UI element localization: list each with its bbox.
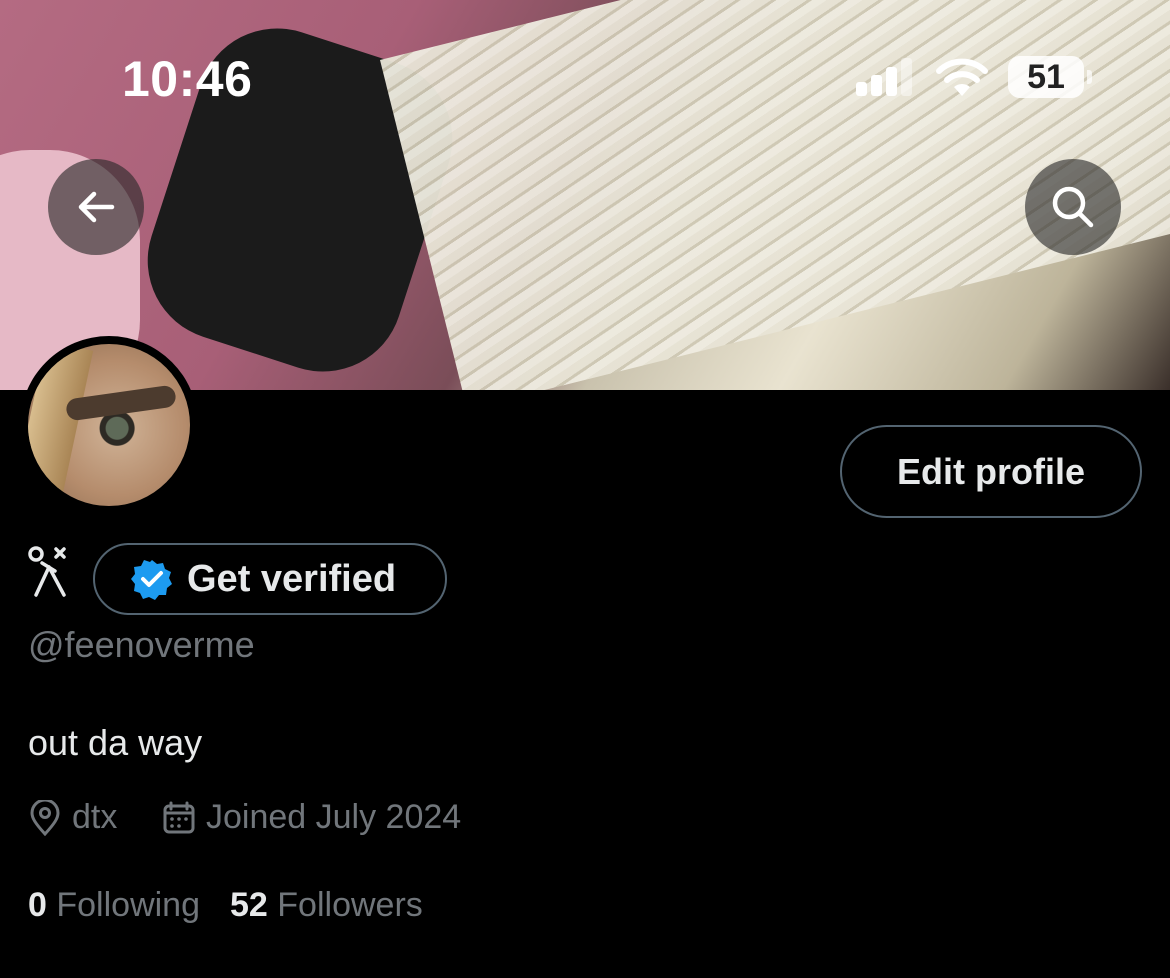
cellular-signal-icon bbox=[856, 58, 914, 96]
joined-date-text: Joined July 2024 bbox=[206, 798, 462, 836]
edit-profile-button[interactable]: Edit profile bbox=[840, 425, 1142, 518]
location-pin-icon bbox=[30, 799, 60, 836]
avatar-image bbox=[28, 344, 190, 506]
profile-bio: out da way bbox=[28, 722, 203, 763]
joined-item: Joined July 2024 bbox=[162, 798, 461, 837]
verified-badge-icon bbox=[131, 560, 172, 600]
battery-indicator: 51 bbox=[1008, 56, 1092, 98]
following-link[interactable]: 0 Following bbox=[28, 886, 200, 925]
wifi-icon bbox=[936, 58, 988, 96]
search-icon bbox=[1052, 186, 1094, 228]
display-name-glyph bbox=[28, 546, 66, 597]
following-count: 0 bbox=[28, 886, 47, 924]
get-verified-label: Get verified bbox=[187, 557, 397, 600]
following-label: Following bbox=[56, 886, 200, 924]
back-button[interactable] bbox=[48, 159, 144, 255]
status-time: 10:46 bbox=[122, 51, 253, 107]
follow-stats: 0 Following 52 Followers bbox=[28, 886, 423, 925]
username-handle: @feenoverme bbox=[28, 624, 255, 665]
location-item: dtx bbox=[28, 798, 117, 837]
search-button[interactable] bbox=[1025, 159, 1121, 255]
avatar[interactable] bbox=[20, 336, 198, 514]
followers-link[interactable]: 52 Followers bbox=[230, 886, 423, 925]
location-text: dtx bbox=[72, 798, 118, 836]
followers-count: 52 bbox=[230, 886, 268, 924]
followers-label: Followers bbox=[277, 886, 423, 924]
get-verified-button[interactable]: Get verified bbox=[93, 543, 447, 615]
arrow-left-icon bbox=[78, 191, 115, 223]
calendar-icon bbox=[163, 801, 195, 833]
